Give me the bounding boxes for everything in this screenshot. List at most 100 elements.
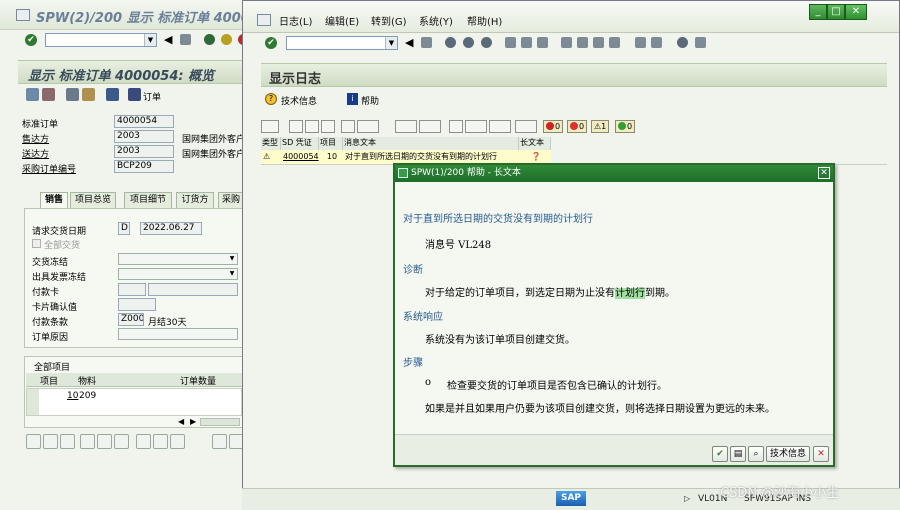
shortcut-icon[interactable] [651,37,662,48]
card-verif-field[interactable] [118,298,156,311]
maximize-button[interactable]: □ [827,4,845,20]
item-insert-icon[interactable] [43,434,58,449]
export-icon[interactable] [419,120,441,133]
popup-menu-icon[interactable] [398,168,408,178]
find-next-icon[interactable] [537,37,548,48]
tab-sales[interactable]: 销售 [40,192,68,208]
payment-card-type[interactable] [118,283,146,296]
orders-button-label[interactable]: 订单 [143,90,161,103]
close-button[interactable]: ✕ [845,4,867,20]
tab-item-detail[interactable]: 项目细节 [124,192,172,208]
shipto-field[interactable]: 2003 [114,145,174,158]
tech-info-button[interactable]: 技术信息 [281,94,317,107]
print-icon[interactable] [505,37,516,48]
first-page-icon[interactable] [561,37,572,48]
enter-icon[interactable]: ✔ [25,34,37,46]
item-delete-icon[interactable] [60,434,75,449]
soldto-field[interactable]: 2003 [114,130,174,143]
view-icon[interactable] [449,120,463,133]
back-icon[interactable] [445,37,456,48]
payment-card-number[interactable] [148,283,238,296]
settings-icon[interactable] [212,434,227,449]
cancel-icon[interactable]: ✕ [813,446,829,462]
horizontal-scrollbar[interactable] [200,418,240,426]
popup-close-icon[interactable]: ✕ [818,167,830,179]
last-page-icon[interactable] [609,37,620,48]
back-arrow-icon[interactable]: ◀ [164,33,172,46]
save-icon[interactable] [421,37,432,48]
delivery-block-select[interactable]: ▼ [118,253,238,265]
menu-edit[interactable]: 编辑(E) [325,13,359,28]
req-date-unit[interactable]: D [118,222,130,235]
details-icon[interactable] [395,120,417,133]
stop-counter[interactable]: 0 [543,120,564,133]
menu-system[interactable]: 系统(Y) [419,13,453,28]
layout-icon[interactable] [695,37,706,48]
col-message[interactable]: 消息文本 [343,137,519,150]
next-page-icon[interactable] [593,37,604,48]
order-number-field[interactable]: 4000054 [114,115,174,128]
exit-icon[interactable] [463,37,474,48]
col-sd-doc[interactable]: SD 凭证 [281,137,319,150]
config-icon[interactable] [170,434,185,449]
command-dropdown-icon[interactable]: ▼ [385,37,397,49]
menu-goto[interactable]: 转到(G) [371,13,407,28]
prev-page-icon[interactable] [577,37,588,48]
window-menu-icon[interactable] [16,9,30,21]
filter-icon[interactable] [305,120,319,133]
print-icon[interactable] [289,120,303,133]
tab-item-overview[interactable]: 项目总览 [70,192,116,208]
scroll-left-icon[interactable]: ◀ [178,417,184,426]
save-icon[interactable] [180,34,191,45]
subtotal-icon[interactable] [357,120,379,133]
row-doc[interactable]: 4000054 [281,150,319,164]
status-expand-icon[interactable]: ▷ [684,494,690,503]
billing-block-select[interactable]: ▼ [118,268,238,280]
scroll-right-icon[interactable]: ▶ [190,417,196,426]
order-reason-select[interactable] [118,328,238,340]
po-number-field[interactable]: BCP209 [114,160,174,173]
header-icon[interactable] [66,88,79,101]
sum-icon[interactable] [341,120,355,133]
select-all-icon[interactable] [80,434,95,449]
back-arrow-icon[interactable]: ◀ [405,36,413,49]
delete-icon[interactable] [42,88,55,101]
cancel-icon[interactable] [481,37,492,48]
complete-delivery-checkbox[interactable] [32,239,41,248]
find-icon[interactable] [521,37,532,48]
schedule-icon[interactable] [153,434,168,449]
sort-icon[interactable] [321,120,335,133]
deselect-icon[interactable] [97,434,112,449]
enter-icon[interactable]: ✔ [265,37,277,49]
error-counter[interactable]: 0 [567,120,588,133]
success-counter[interactable]: 0 [615,120,636,133]
item-number[interactable]: 10 [67,391,78,401]
find-icon[interactable]: ⌕ [748,446,764,462]
command-field[interactable]: ▼ [45,33,157,47]
overview-icon[interactable] [106,88,119,101]
new-session-icon[interactable] [635,37,646,48]
pricing-icon[interactable] [136,434,151,449]
warning-counter[interactable]: ⚠1 [591,120,610,133]
change-icon[interactable] [26,88,39,101]
longtext-icon[interactable]: ❓ [519,150,551,164]
tab-ordering-party[interactable]: 订货方 [176,192,214,208]
req-date-field[interactable]: 2022.06.27 [140,222,202,235]
back-icon[interactable] [204,34,215,45]
command-dropdown-icon[interactable]: ▼ [144,34,156,46]
minimize-button[interactable]: _ [809,4,827,20]
command-field[interactable]: ▼ [286,36,398,50]
item-detail-icon[interactable] [26,434,41,449]
block-icon[interactable] [114,434,129,449]
print-icon[interactable]: ▤ [730,446,746,462]
col-item[interactable]: 项目 [319,137,343,150]
help-icon[interactable] [677,37,688,48]
expand-icon[interactable] [261,120,279,133]
partner-icon[interactable] [82,88,95,101]
menu-help[interactable]: 帮助(H) [467,13,502,28]
payment-terms-code[interactable]: Z000 [118,313,144,326]
col-type[interactable]: 类型 [261,137,281,150]
confirm-icon[interactable]: ✔ [712,446,728,462]
row-selector[interactable] [27,389,39,415]
col-longtext[interactable]: 长文本 [519,137,551,150]
